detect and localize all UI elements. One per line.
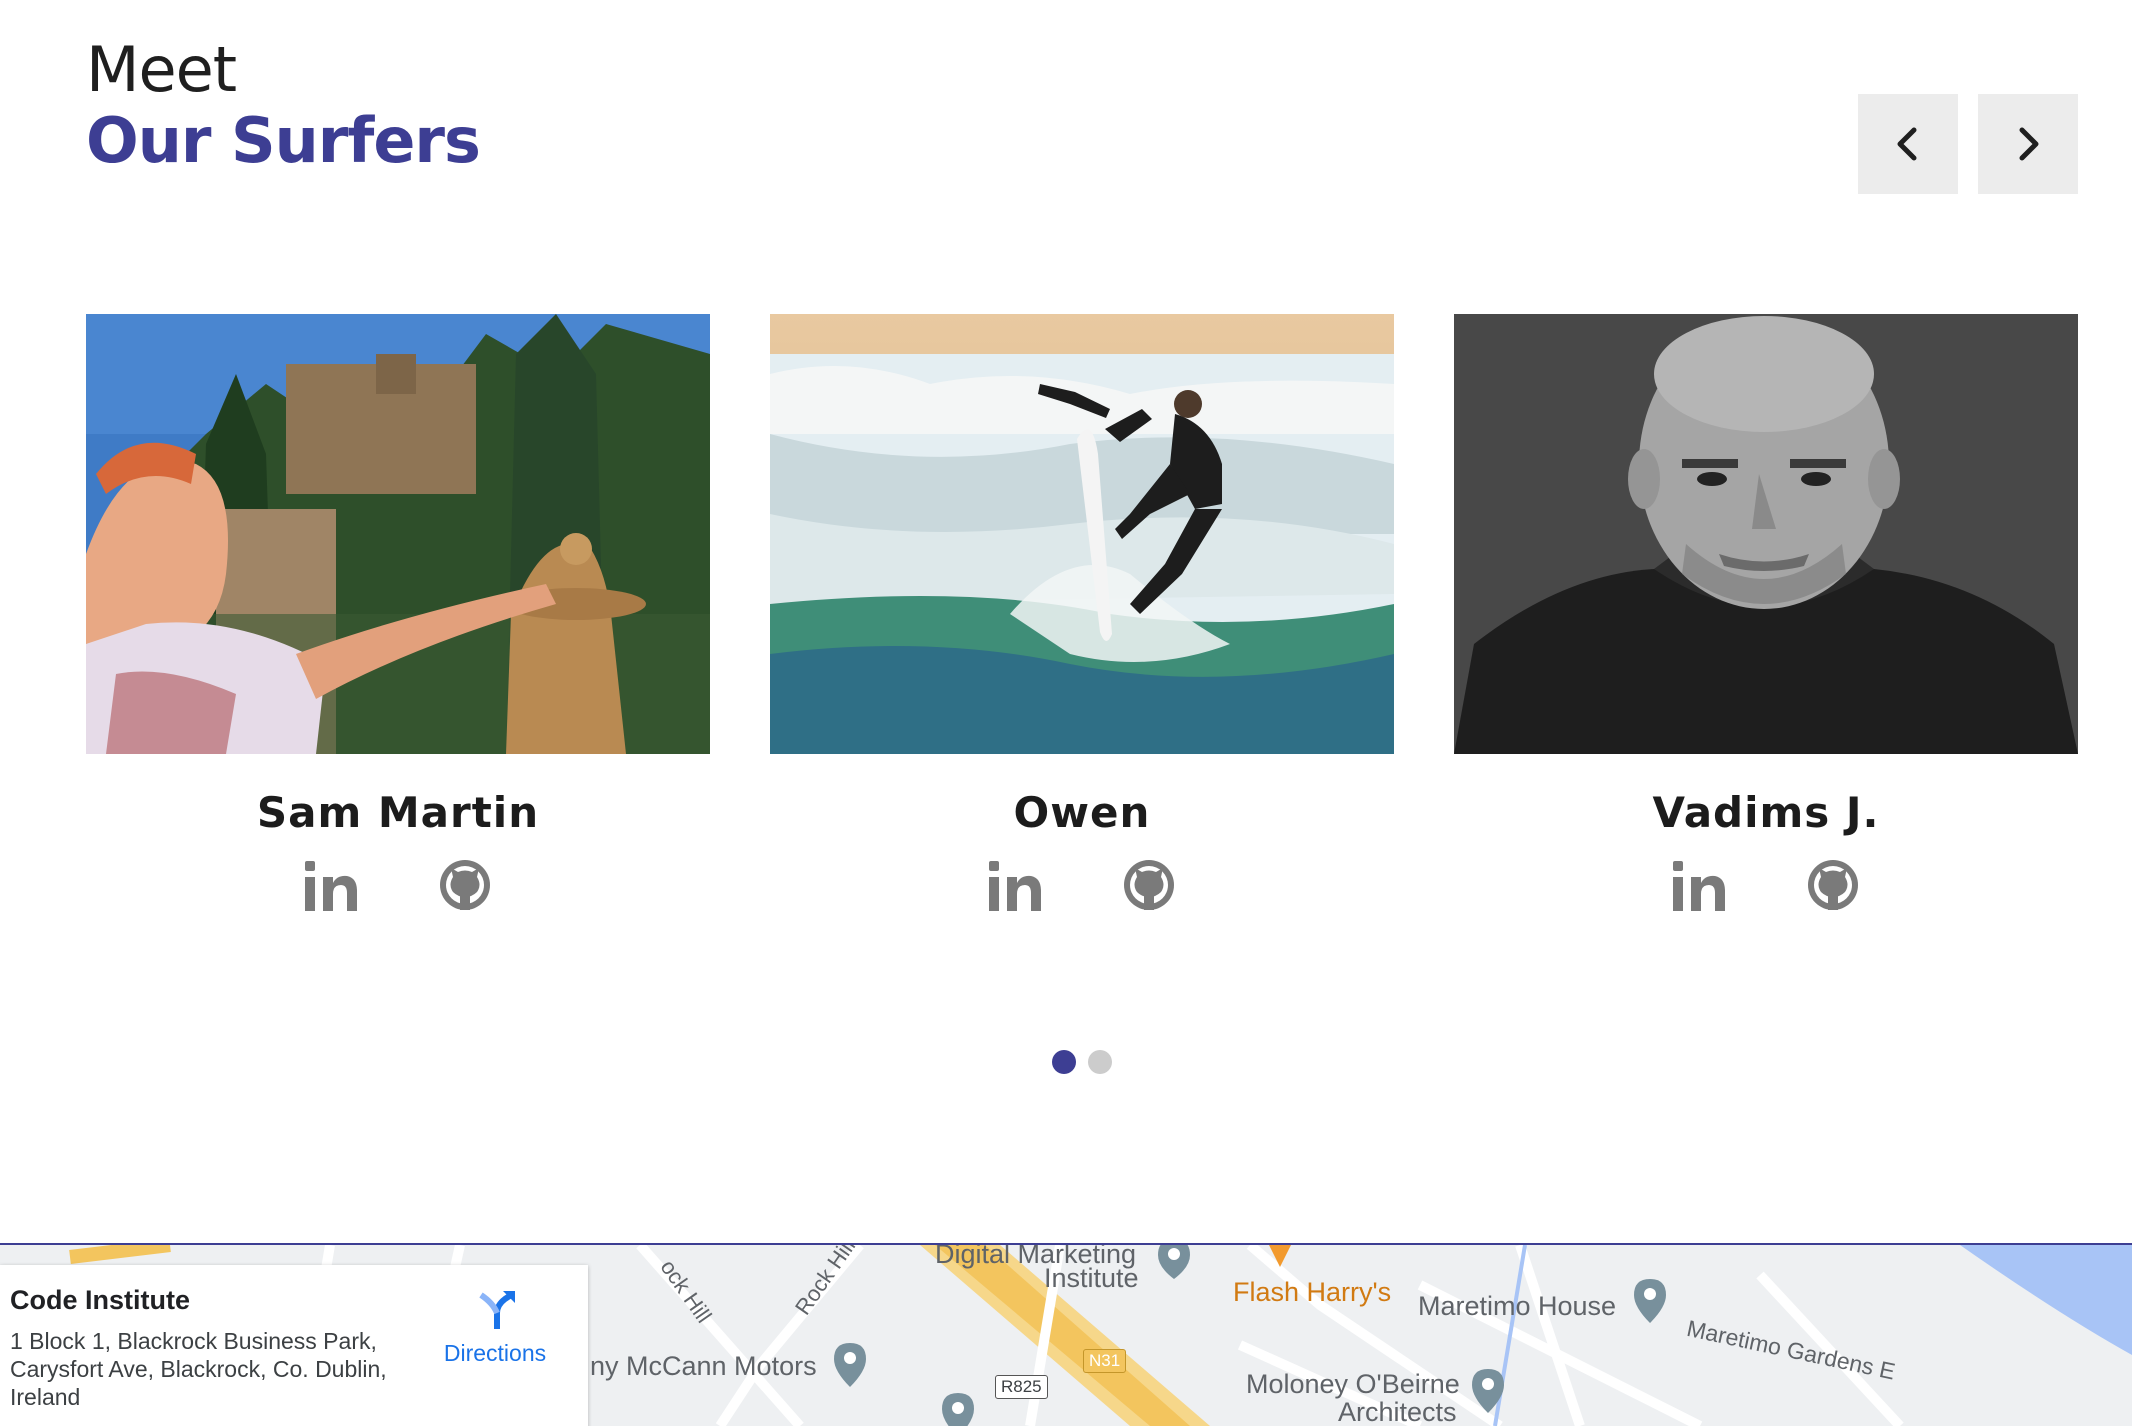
- restaurant-pin-icon[interactable]: [1262, 1243, 1298, 1271]
- surfer-photo: [770, 314, 1394, 754]
- linkedin-icon: [1673, 861, 1725, 911]
- github-icon: [1124, 860, 1174, 910]
- map-info-card: Code Institute 1 Block 1, Blackrock Busi…: [0, 1265, 588, 1426]
- surfer-name: Owen: [1013, 788, 1151, 837]
- directions-button[interactable]: Directions: [430, 1287, 560, 1367]
- map-label-architects: Architects: [1338, 1397, 1457, 1426]
- carousel-next-button[interactable]: [1978, 94, 2078, 194]
- carousel-pagination: [1052, 1050, 1112, 1074]
- map-label-moloney: Moloney O'Beirne: [1246, 1369, 1460, 1399]
- section-heading: Meet Our Surfers: [86, 33, 481, 177]
- map-place-address: 1 Block 1, Blackrock Business Park, Cary…: [10, 1328, 387, 1410]
- social-links: [1454, 855, 2078, 915]
- pagination-dot-2[interactable]: [1088, 1050, 1112, 1074]
- surfer-card: Sam Martin: [86, 314, 710, 915]
- surfer-photo: [86, 314, 710, 754]
- road-shield-n31: N31: [1083, 1349, 1127, 1373]
- map-pin-icon[interactable]: [1630, 1277, 1670, 1325]
- map-label-mccann-motors: ny McCann Motors: [590, 1351, 817, 1381]
- surfer-name: Vadims J.: [1652, 788, 1880, 837]
- linkedin-icon: [305, 861, 357, 911]
- github-link[interactable]: [437, 855, 493, 915]
- github-link[interactable]: [1121, 855, 1177, 915]
- linkedin-link[interactable]: [1671, 855, 1727, 915]
- surfer-photo: [1454, 314, 2078, 754]
- social-links: [770, 855, 1394, 915]
- surfer-card: Owen: [770, 314, 1394, 915]
- chevron-left-icon: [1897, 127, 1917, 161]
- map-label-maretimo-house: Maretimo House: [1418, 1291, 1617, 1321]
- map-pin-icon[interactable]: [1154, 1243, 1194, 1281]
- linkedin-link[interactable]: [987, 855, 1043, 915]
- map-pin-icon[interactable]: [938, 1391, 978, 1426]
- carousel-prev-button[interactable]: [1858, 94, 1958, 194]
- surfers-section: Meet Our Surfers Sam Martin Owen Vadims …: [0, 0, 2132, 1243]
- map-label-institute: Institute: [1044, 1263, 1139, 1293]
- map-pin-icon[interactable]: [830, 1341, 870, 1389]
- surfer-card: Vadims J.: [1454, 314, 2078, 915]
- linkedin-link[interactable]: [303, 855, 359, 915]
- map-label-flash-harrys: Flash Harry's: [1233, 1277, 1392, 1307]
- social-links: [86, 855, 710, 915]
- heading-our-surfers: Our Surfers: [86, 104, 481, 177]
- directions-label: Directions: [443, 1340, 547, 1366]
- embedded-map[interactable]: Digital Marketing Institute Flash Harry'…: [0, 1243, 2132, 1426]
- github-icon: [1808, 860, 1858, 910]
- chevron-right-icon: [2019, 127, 2039, 161]
- map-place-name: Code Institute: [10, 1285, 190, 1315]
- github-icon: [440, 860, 490, 910]
- road-shield-r825: R825: [995, 1375, 1048, 1399]
- pagination-dot-1[interactable]: [1052, 1050, 1076, 1074]
- github-link[interactable]: [1805, 855, 1861, 915]
- map-pin-icon[interactable]: [1468, 1367, 1508, 1415]
- surfer-name: Sam Martin: [256, 788, 540, 837]
- directions-icon: [479, 1291, 515, 1329]
- linkedin-icon: [989, 861, 1041, 911]
- heading-meet: Meet: [86, 33, 237, 106]
